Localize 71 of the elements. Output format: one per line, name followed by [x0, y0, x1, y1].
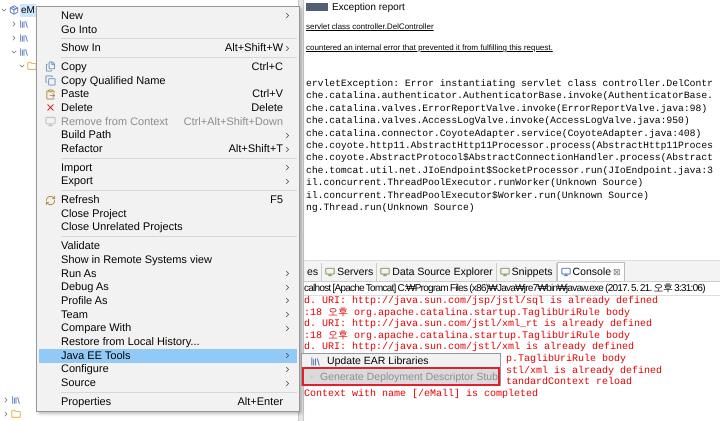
- view-tab[interactable]: Servers: [322, 263, 378, 281]
- message-text: countered an internal error that prevented it from fulfilling this request.: [306, 43, 554, 52]
- console-line: d. URI: http://java.sun.com/jstl/xml_rt is already defined: [304, 319, 652, 330]
- stack-trace-line: che.catalina.connector.CoyoteAdapter.service(CoyoteAdapter.java:408): [306, 128, 702, 140]
- tree-item[interactable]: eM: [20, 4, 36, 16]
- copy-icon: [44, 75, 56, 86]
- copy-icon: [44, 61, 56, 72]
- menu-item[interactable]: Show In Alt+Shift+W: [39, 41, 297, 56]
- stack-trace-line: ervletException: Error instantiating servlet class controller.DelContr: [306, 78, 714, 90]
- console-line: tandardContext reload: [506, 377, 632, 388]
- menu-item[interactable]: Show in Remote Systems view: [39, 253, 297, 267]
- menu-item[interactable]: Close Unrelated Projects: [39, 220, 297, 234]
- stack-trace-line: che.coyote.AbstractProtocol$AbstractConnectionHandler.process(Abstract: [306, 152, 714, 165]
- view-icon: [500, 267, 510, 277]
- folder-icon: [11, 409, 21, 419]
- menu-item[interactable]: Team: [39, 308, 297, 322]
- menu-item[interactable]: Run As: [39, 266, 297, 280]
- view-icon: [325, 267, 336, 277]
- paste-icon: [44, 88, 56, 100]
- stack-trace-line: che.catalina.valves.ErrorReportValve.invoke(ErrorReportValve.java:98): [306, 102, 708, 116]
- menu-item[interactable]: Compare With: [39, 321, 297, 336]
- menu-item[interactable]: Go Into: [39, 22, 297, 36]
- menu-item[interactable]: Configure: [39, 362, 297, 376]
- stack-trace-line: ng.Thread.run(Unknown Source): [306, 202, 476, 214]
- menu-item[interactable]: Update EAR Libraries: [304, 355, 498, 367]
- stack-trace-line: il.concurrent.ThreadPoolExecutor$Worker.run(Unknown Source): [306, 190, 650, 202]
- folder-icon: [27, 61, 37, 71]
- menu-item[interactable]: Export: [39, 174, 297, 188]
- menu-item[interactable]: Debug As: [39, 280, 297, 294]
- menu-item[interactable]: Restore from Local History...: [39, 335, 297, 349]
- console-line: d. URI: http://java.sun.com/jstl/xml is already defined: [304, 342, 634, 354]
- console-title: calhost [Apache Tomcat] C:₩Program Files (x86)₩Java₩jre7₩bin₩javaw.exe (2017. 5. 21. 오후 3:31:06): [304, 282, 720, 296]
- close-icon[interactable]: ⊠: [613, 267, 622, 277]
- stack-trace-line: che.tomcat.util.net.JIoEndpoint$SocketProcessor.run(JIoEndpoint.java:3: [306, 164, 714, 178]
- refresh-icon: [44, 194, 56, 206]
- view-tab[interactable]: Console ⊠: [556, 262, 626, 281]
- menu-item[interactable]: Close Project: [39, 206, 297, 221]
- menu-item[interactable]: Java EE Tools: [39, 348, 297, 362]
- menu-item[interactable]: Import: [39, 160, 297, 175]
- menu-item[interactable]: Copy Qualified Name: [39, 74, 297, 88]
- view-icon: [380, 267, 390, 277]
- console-line: d. URI: http://java.sun.com/jsp/jstl/sql is already defined: [304, 296, 658, 308]
- menu-item[interactable]: Refactor Alt+Shift+T: [39, 142, 297, 156]
- console-line: Context with name [/eMall] is completed: [304, 388, 538, 400]
- menu-item[interactable]: New: [39, 9, 297, 23]
- stack-trace-line: il.concurrent.ThreadPoolExecutor.runWorker(Unknown Source): [306, 177, 644, 190]
- console-line: :18 오후 org.apache.catalina.startup.TaglibUriRule body: [304, 308, 630, 319]
- menu-item[interactable]: Build Path: [39, 128, 297, 142]
- label-tag: [306, 3, 328, 11]
- library-icon: [310, 356, 321, 366]
- view-icon: [560, 267, 571, 277]
- stack-trace-line: che.coyote.http11.AbstractHttp11Processor.process(AbstractHttp11Proces: [306, 140, 714, 152]
- menu-item[interactable]: Source: [39, 376, 297, 390]
- console-line: :18 오후 org.apache.catalina.startup.TaglibUriRule body: [304, 330, 630, 342]
- menu-item[interactable]: Profile As: [39, 294, 297, 308]
- stack-trace-line: che.catalina.valves.AccessLogValve.invoke(AccessLogValve.java:950): [306, 115, 691, 128]
- console-line: stl/xml is already defined: [506, 366, 662, 377]
- view-tab[interactable]: Data Source Explorer: [377, 263, 497, 281]
- delete-icon: [44, 102, 56, 114]
- menu-item[interactable]: Validate: [39, 239, 297, 253]
- console-line: p.TaglibUriRule body: [506, 354, 626, 366]
- view-tab[interactable]: es: [304, 263, 322, 281]
- menu-item[interactable]: Paste Ctrl+V: [39, 87, 297, 102]
- menu-item[interactable]: Refresh F5: [39, 193, 297, 207]
- menu-item[interactable]: Properties Alt+Enter: [39, 394, 297, 409]
- menu-item[interactable]: Delete Delete: [39, 101, 297, 115]
- menu-item[interactable]: Copy Ctrl+C: [39, 60, 297, 74]
- monitor-icon: [44, 116, 56, 128]
- stack-trace-line: che.catalina.authenticator.AuthenticatorBase.invoke(AuthenticatorBase.: [306, 90, 714, 103]
- message-text: servlet class controller.DelController: [306, 22, 435, 31]
- page-heading: Exception report: [332, 2, 405, 12]
